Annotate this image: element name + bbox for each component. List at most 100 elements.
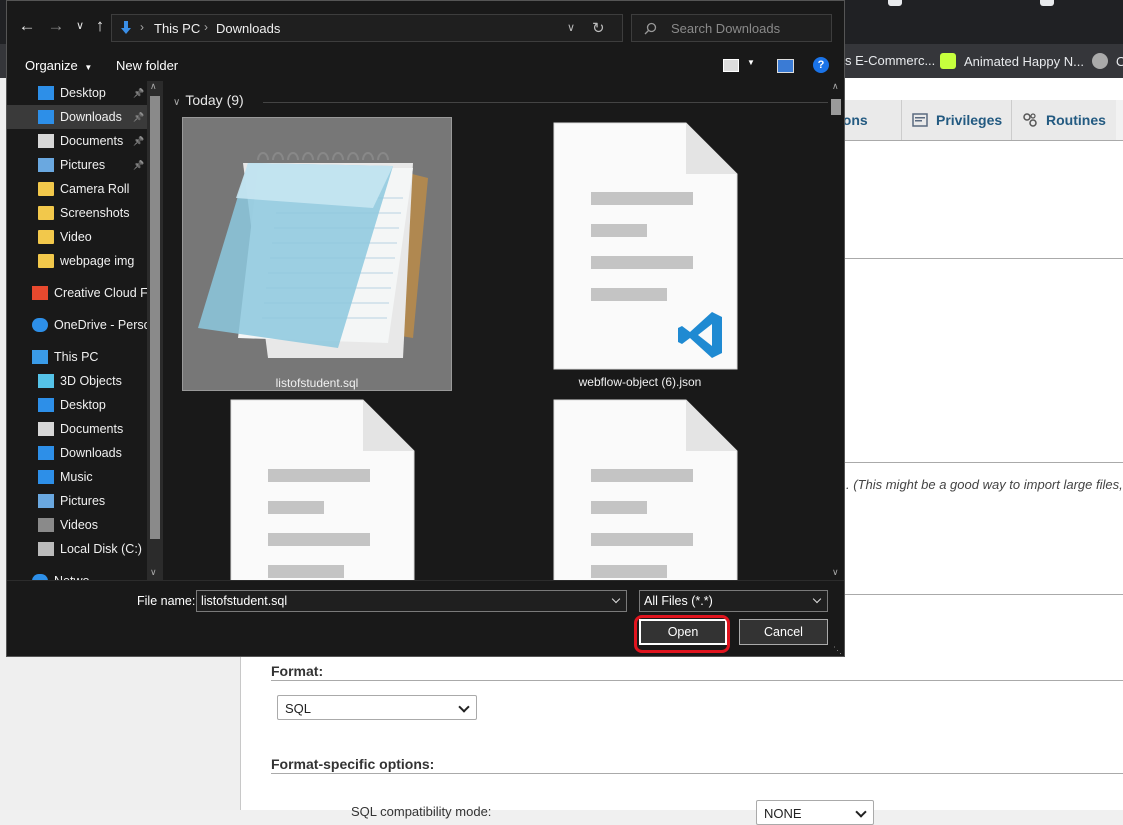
sidebar-item-label: Downloads — [60, 110, 122, 124]
file-type-filter[interactable]: All Files (*.*) — [639, 590, 828, 612]
chevron-down-icon[interactable] — [611, 594, 621, 604]
bookmark-other[interactable]: O — [1092, 53, 1123, 69]
bookmark-ecommerce[interactable]: s E-Commerc... — [845, 53, 935, 68]
forward-icon[interactable]: → — [47, 17, 65, 35]
collapse-icon: ∨ — [173, 97, 181, 108]
search-icon — [644, 22, 657, 35]
path-separator-icon: › — [140, 20, 144, 34]
new-folder-button[interactable]: New folder — [116, 58, 178, 73]
file-tile[interactable]: webflow-object (6).json — [505, 117, 775, 391]
sidebar-item-downloads[interactable]: Downloads — [7, 441, 147, 465]
section-divider — [271, 773, 1123, 774]
pin-icon[interactable]: 📌 — [133, 153, 144, 177]
tab-routines[interactable]: Routines — [1011, 100, 1116, 140]
format-select[interactable]: SQL — [277, 695, 477, 720]
pin-icon[interactable]: 📌 — [133, 105, 144, 129]
organize-button[interactable]: Organize ▼ — [25, 58, 92, 73]
downloads-icon — [121, 21, 131, 34]
animated-app-icon — [940, 53, 956, 69]
sidebar-item-label: Creative Cloud Fil — [54, 286, 154, 300]
file-name-value: listofstudent.sql — [201, 594, 288, 608]
resize-grip-icon[interactable]: ⋱ — [833, 645, 842, 656]
tab-label: Privileges — [936, 112, 1003, 128]
sidebar-item-label: Documents — [60, 134, 124, 148]
sidebar-item-local-disk-c[interactable]: Local Disk (C:) — [7, 537, 147, 561]
file-name: listofstudent.sql — [275, 376, 359, 390]
bookmark-label: O — [1116, 54, 1123, 69]
sidebar-item-this-pc[interactable]: This PC — [7, 345, 147, 369]
tab-privileges[interactable]: Privileges — [901, 100, 1013, 140]
scroll-down-icon[interactable]: ∨ — [832, 567, 839, 578]
bookmark-animated-happy[interactable]: Animated Happy N... — [940, 53, 1084, 69]
privileges-icon — [912, 113, 928, 127]
desktop-icon — [38, 398, 54, 412]
sidebar-item-label: Downloads — [60, 446, 122, 460]
downloads-icon — [38, 110, 54, 124]
back-icon[interactable]: ← — [18, 17, 36, 35]
cancel-button[interactable]: Cancel — [739, 619, 828, 645]
sidebar-item-desktop[interactable]: Desktop — [7, 393, 147, 417]
bookmark-label: s E-Commerc... — [845, 53, 936, 68]
path-separator-icon: › — [204, 20, 208, 34]
sidebar-item-documents[interactable]: Documents 📌 — [7, 129, 147, 153]
sidebar-item-label: Music — [60, 470, 93, 484]
sidebar-item-creative-cloud-fil[interactable]: Creative Cloud Fil — [7, 281, 153, 305]
help-icon[interactable]: ? — [813, 57, 829, 73]
path-dropdown-icon[interactable]: ∨ — [567, 21, 575, 34]
address-path[interactable]: › This PC › Downloads ∨ ↻ — [111, 14, 623, 42]
format-label: Format: — [271, 663, 324, 679]
sidebar-item-desktop[interactable]: Desktop 📌 — [7, 81, 147, 105]
scroll-up-icon[interactable]: ∧ — [832, 81, 839, 92]
sidebar-item-pictures[interactable]: Pictures 📌 — [7, 153, 147, 177]
window-control-icon[interactable] — [1040, 0, 1054, 6]
pin-icon[interactable]: 📌 — [133, 129, 144, 153]
navigation-scroll-thumb[interactable] — [150, 96, 160, 539]
refresh-icon[interactable]: ↻ — [592, 19, 605, 37]
view-options-icon[interactable] — [723, 59, 739, 72]
file-list-scrollbar[interactable]: ∧ ∨ — [828, 81, 844, 580]
creative-cloud-icon — [32, 286, 48, 300]
section-divider — [271, 680, 1123, 681]
3d-objects-icon — [38, 374, 54, 388]
sidebar-item-documents[interactable]: Documents — [7, 417, 147, 441]
chevron-down-icon: ▼ — [84, 63, 93, 72]
folder-icon — [38, 230, 54, 244]
sidebar-item-netwo[interactable]: Netwo — [7, 569, 147, 580]
scroll-up-icon[interactable]: ∧ — [150, 81, 157, 92]
sidebar-item-videos[interactable]: Videos — [7, 513, 147, 537]
sidebar-item-music[interactable]: Music — [7, 465, 147, 489]
music-icon — [38, 470, 54, 484]
breadcrumb-this-pc[interactable]: This PC — [154, 21, 200, 36]
preview-pane-icon[interactable] — [777, 59, 794, 73]
sidebar-item-label: Screenshots — [60, 206, 130, 220]
sidebar-item-video[interactable]: Video — [7, 225, 147, 249]
address-bar-row: ← → ∨ ↑ › This PC › Downloads ∨ ↻ Search… — [7, 1, 844, 51]
file-name-field[interactable]: listofstudent.sql — [196, 590, 627, 612]
sidebar-item-camera-roll[interactable]: Camera Roll — [7, 177, 147, 201]
sidebar-item-webpage-img[interactable]: webpage img — [7, 249, 147, 273]
file-tile[interactable]: listofstudent.sql — [182, 117, 452, 391]
scroll-down-icon[interactable]: ∨ — [150, 567, 157, 578]
file-tile[interactable] — [182, 397, 452, 580]
up-icon[interactable]: ↑ — [91, 17, 109, 35]
sidebar-item-onedrive-person[interactable]: OneDrive - Person — [7, 313, 158, 337]
file-tile[interactable] — [505, 397, 775, 580]
sidebar-item-label: Camera Roll — [60, 182, 130, 196]
file-list-scroll-thumb[interactable] — [831, 99, 841, 115]
chevron-down-icon[interactable]: ▼ — [747, 58, 755, 67]
pin-icon[interactable]: 📌 — [133, 81, 144, 105]
sidebar-item-label: Pictures — [60, 158, 106, 172]
sidebar-item-label: Local Disk (C:) — [60, 542, 142, 556]
search-input[interactable]: Search Downloads — [631, 14, 832, 42]
group-header[interactable]: ∨ Today (9) — [173, 92, 244, 108]
sidebar-item-pictures[interactable]: Pictures — [7, 489, 147, 513]
breadcrumb-downloads[interactable]: Downloads — [216, 21, 280, 36]
window-control-icon[interactable] — [888, 0, 902, 6]
sidebar-item-screenshots[interactable]: Screenshots — [7, 201, 147, 225]
sidebar-item-label: Video — [60, 230, 92, 244]
sidebar-item-downloads[interactable]: Downloads 📌 — [7, 105, 147, 129]
compat-select[interactable]: NONE — [756, 800, 874, 825]
sidebar-item-3d-objects[interactable]: 3D Objects — [7, 369, 147, 393]
recent-locations-icon[interactable]: ∨ — [71, 17, 89, 35]
downloads-icon — [38, 446, 54, 460]
